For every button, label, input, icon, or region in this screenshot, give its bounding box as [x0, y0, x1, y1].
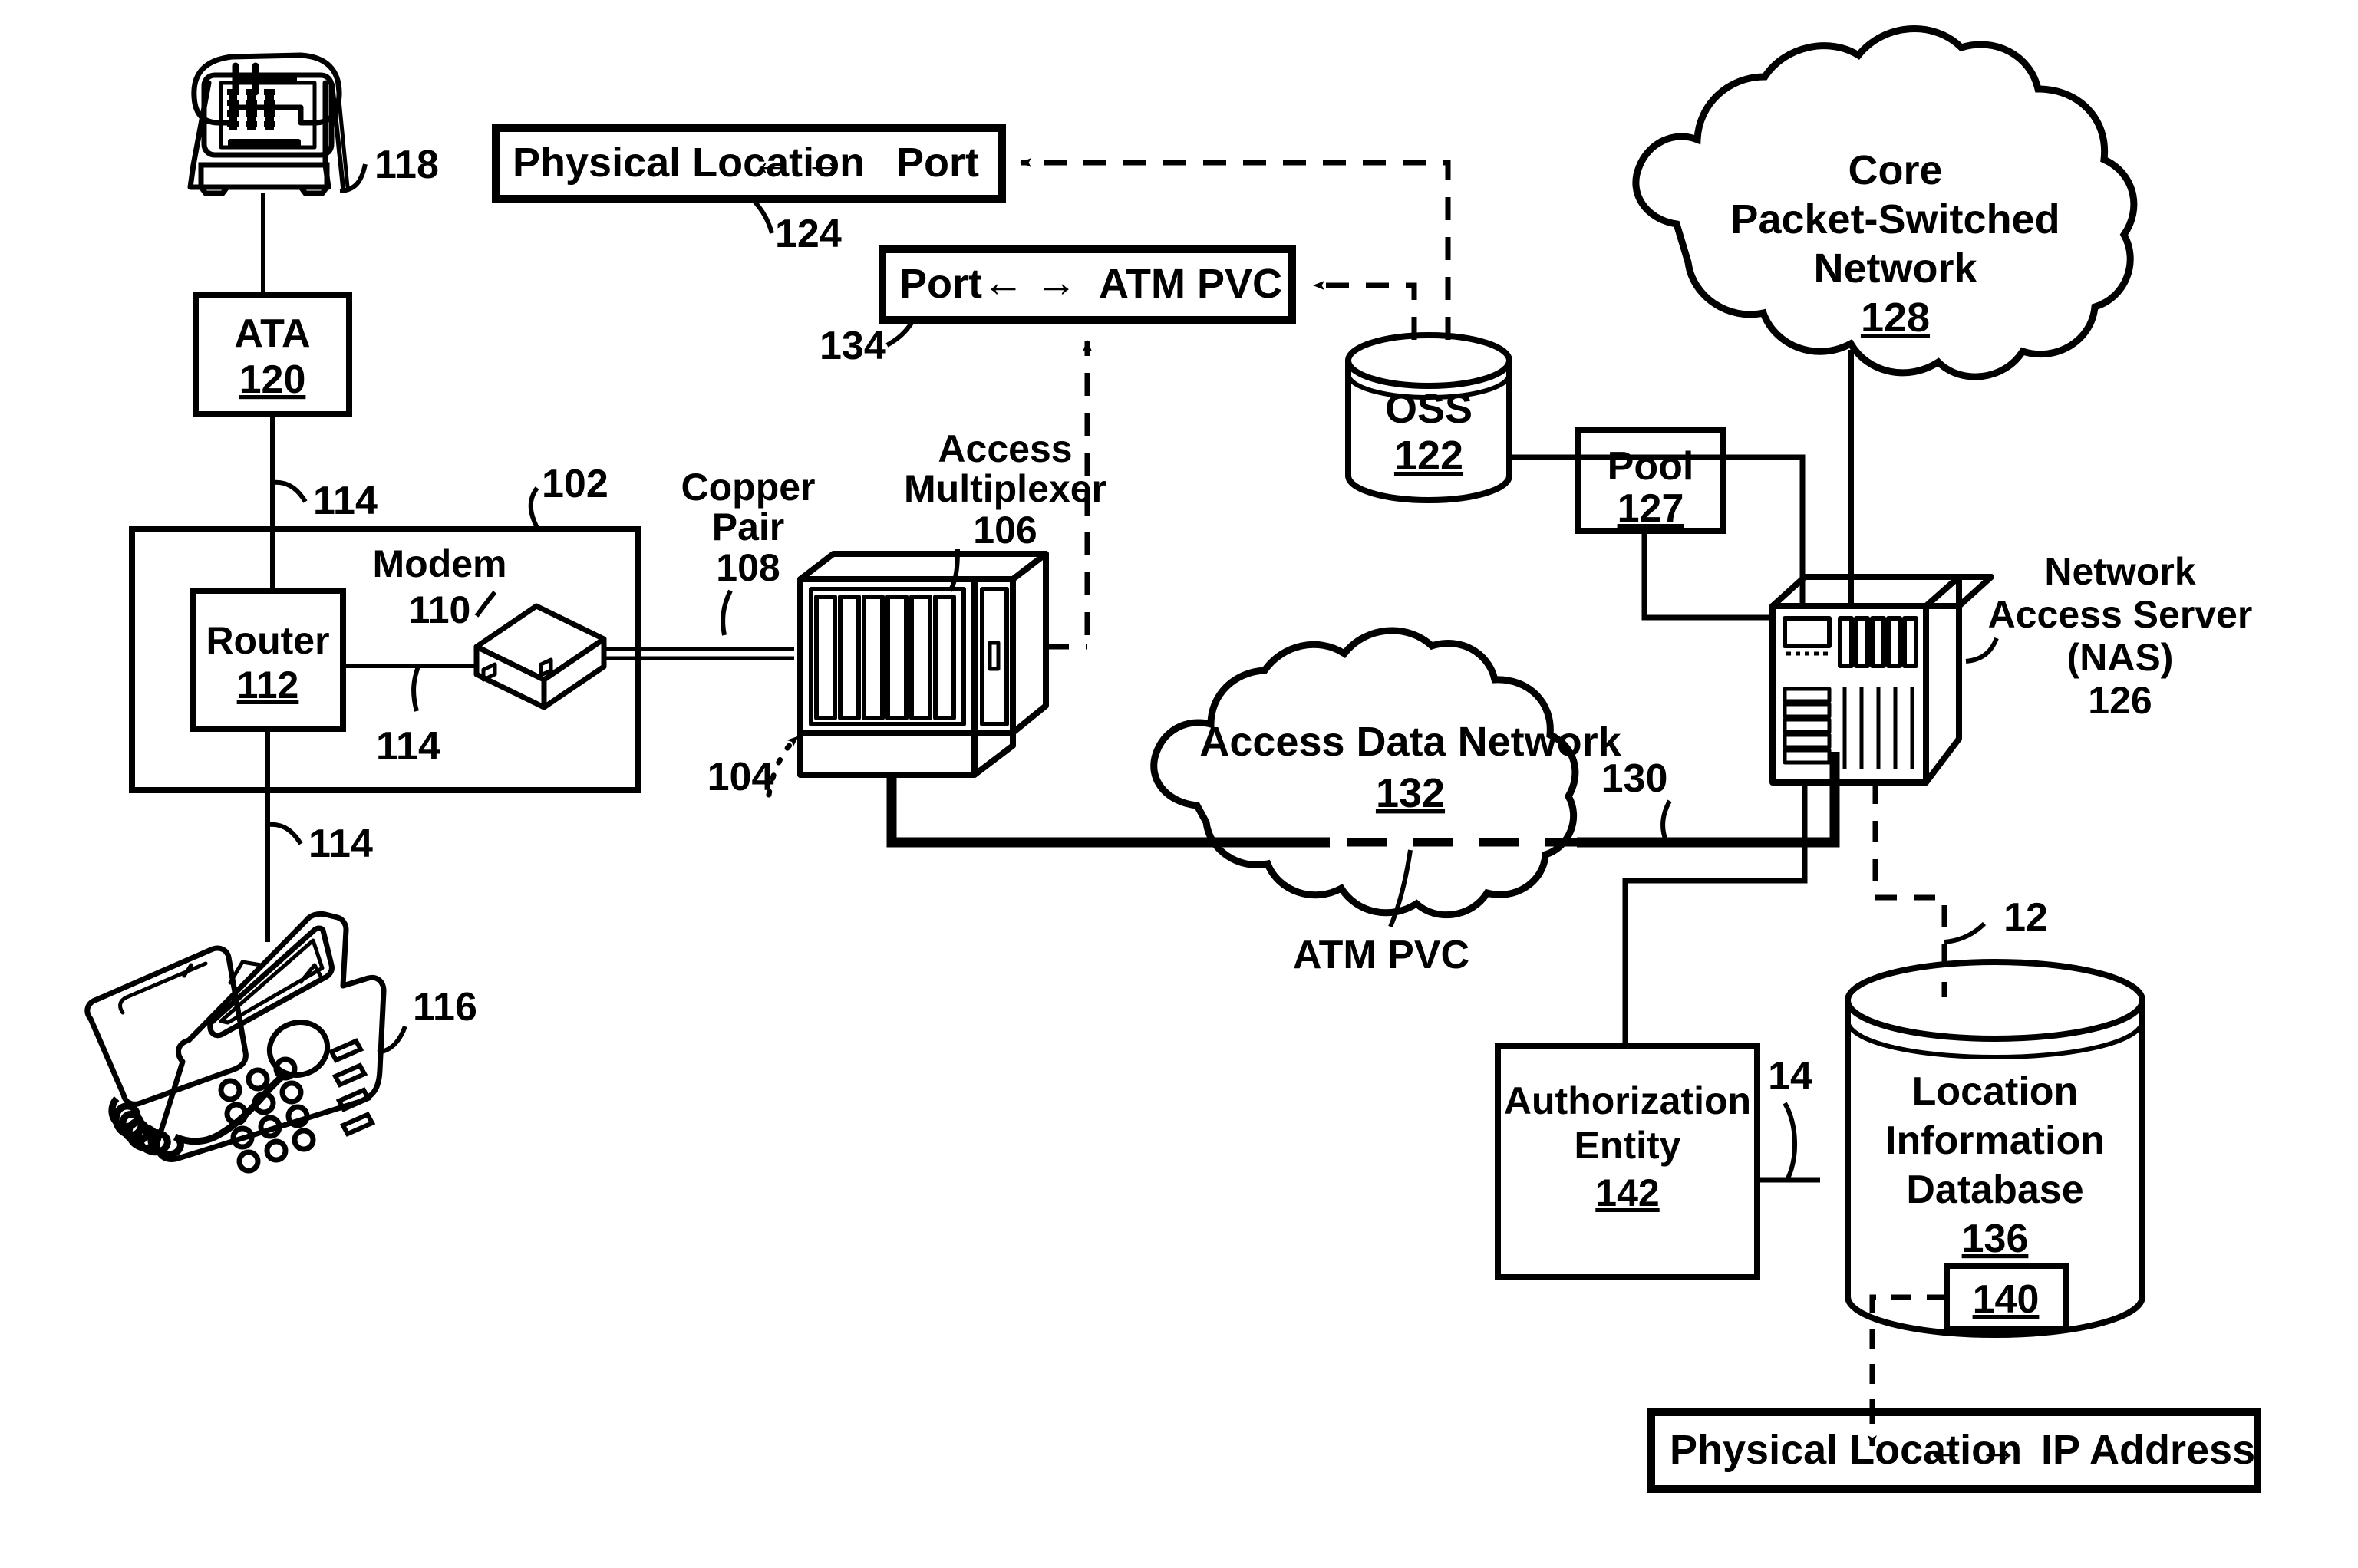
nas-label-line3: (NAS)	[2067, 636, 2174, 679]
authorization-entity-label-line2: Entity	[1575, 1124, 1681, 1167]
nas-label-line2: Access Server	[1988, 593, 2253, 636]
ref-118: 118	[374, 143, 439, 187]
mapping-location-port-arrow: ← →	[750, 138, 845, 184]
ref-14: 14	[1768, 1054, 1812, 1099]
modem-ref: 110	[409, 588, 471, 631]
access-mux-ref: 106	[973, 509, 1037, 552]
core-network-label-line2: Packet-Switched	[1730, 196, 2060, 242]
ref-114-mid: 114	[376, 724, 440, 769]
location-db-record-ref: 140	[1973, 1277, 2040, 1322]
ref-124: 124	[775, 212, 842, 256]
ref-114-top: 114	[313, 479, 378, 523]
core-network-label-line3: Network	[1813, 245, 1977, 292]
nas-ref: 126	[2088, 679, 2152, 722]
mapping-location-ip-right: IP Address	[2041, 1427, 2255, 1473]
ref-104: 104	[707, 755, 774, 799]
ref-134: 134	[820, 324, 886, 368]
location-db-label-line1: Location	[1912, 1069, 2079, 1114]
mapping-atmpvc-label: ATM PVC	[1099, 261, 1282, 307]
router-label: Router	[206, 619, 329, 662]
core-network-label-line1: Core	[1848, 147, 1942, 193]
ref-114-bottom: 114	[308, 822, 373, 866]
pool-ref: 127	[1618, 486, 1684, 531]
access-mux-label-line1: Access	[938, 427, 1072, 470]
access-data-network-label: Access Data Network	[1199, 719, 1621, 765]
mapping-port-left-label: Port	[899, 261, 982, 307]
authorization-entity-ref: 142	[1595, 1171, 1659, 1214]
ref-12: 12	[2003, 895, 2048, 940]
ref-102: 102	[542, 462, 608, 506]
pool-label: Pool	[1608, 444, 1694, 489]
copper-pair-ref: 108	[716, 546, 780, 589]
ata-ref: 120	[239, 357, 306, 402]
atm-pvc-label: ATM PVC	[1293, 933, 1469, 977]
oss-label: OSS	[1385, 386, 1473, 432]
copper-pair-label-line1: Copper	[681, 466, 816, 509]
ref-130: 130	[1601, 756, 1668, 801]
authorization-entity-label-line1: Authorization	[1504, 1079, 1751, 1122]
ref-116: 116	[413, 985, 477, 1029]
network-location-diagram: 118 ATA 120 114 102 Router 112 Modem 110…	[0, 0, 2358, 1568]
nas-label-line1: Network	[2044, 550, 2195, 593]
mapping-port-label: Port	[896, 140, 979, 186]
location-db-label-line2: Information	[1885, 1118, 2105, 1163]
mapping-location-ip-arrow: ← →	[1924, 1425, 2019, 1471]
oss-ref: 122	[1394, 433, 1463, 479]
router-ref: 112	[237, 664, 299, 707]
ata-label: ATA	[234, 311, 310, 356]
access-data-network-ref: 132	[1376, 770, 1445, 816]
access-mux-label-line2: Multiplexer	[904, 467, 1106, 510]
figure-canvas: 118 ATA 120 114 102 Router 112 Modem 110…	[0, 0, 2358, 1568]
core-network-ref: 128	[1861, 295, 1930, 341]
copper-pair-label-line2: Pair	[712, 506, 785, 548]
location-db-ref: 136	[1962, 1217, 2029, 1261]
mapping-port-atmpvc-arrow: ← →	[982, 259, 1077, 305]
location-db-label-line3: Database	[1906, 1168, 2083, 1212]
modem-label: Modem	[373, 542, 507, 585]
